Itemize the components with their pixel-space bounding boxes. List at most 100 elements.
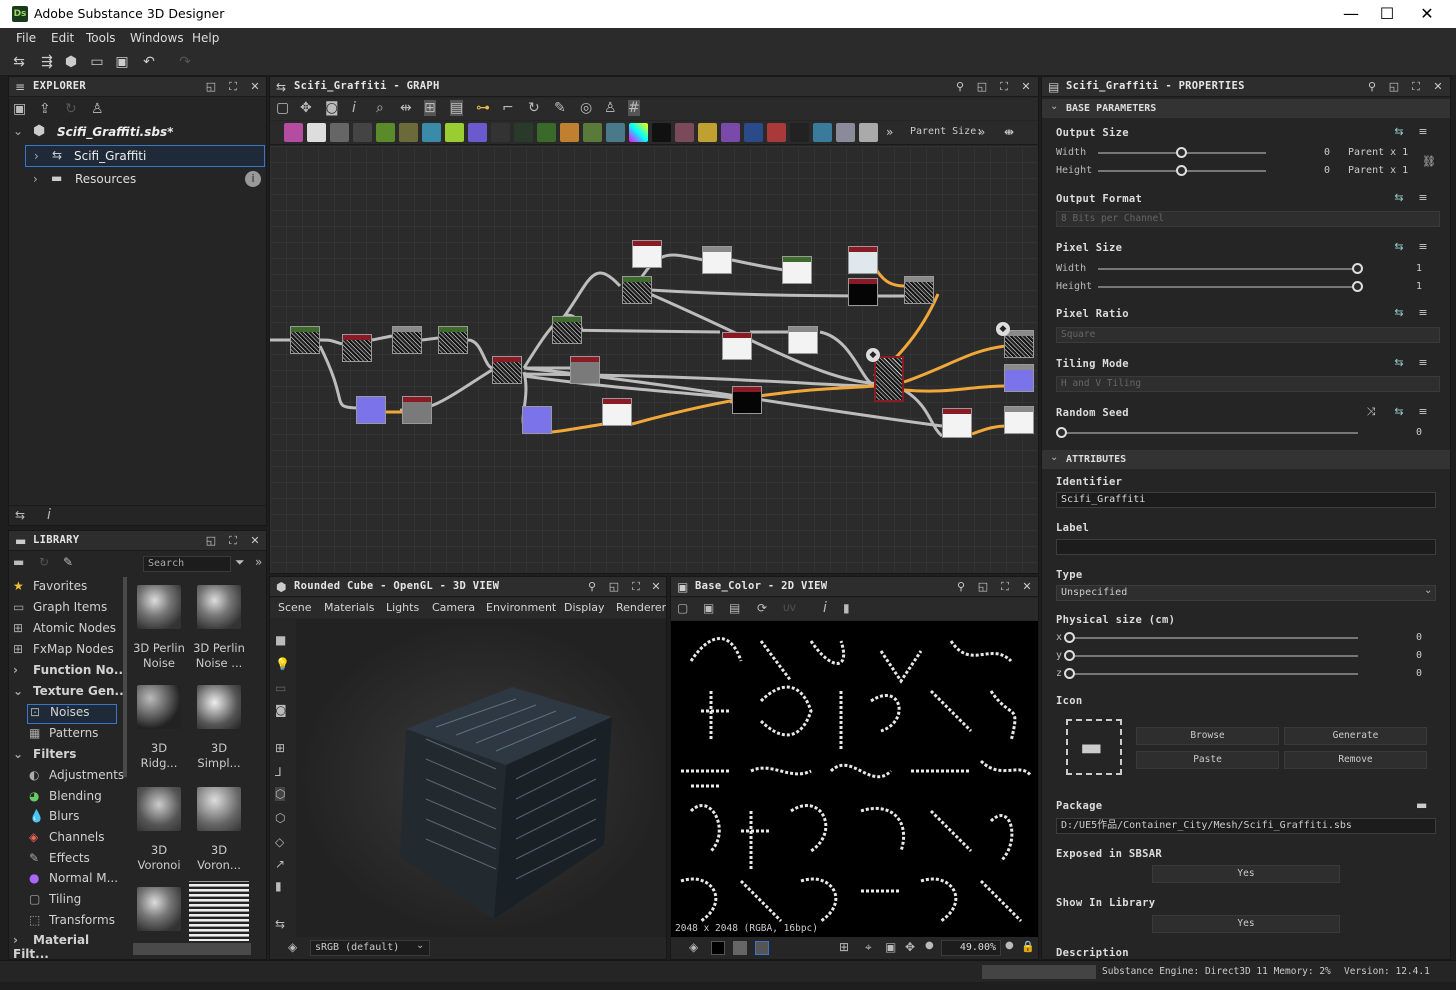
- layout-icon[interactable]: ⊞: [424, 100, 436, 116]
- menu-icon[interactable]: ≡: [1416, 240, 1430, 254]
- axis-icon[interactable]: ⅃: [275, 765, 282, 779]
- close-panel-icon[interactable]: ✕: [247, 533, 263, 549]
- colorspace-dropdown[interactable]: sRGB (default): [310, 940, 430, 956]
- text-icon[interactable]: [721, 123, 740, 142]
- physical-x-knob[interactable]: [1064, 632, 1075, 643]
- shuffle-icon[interactable]: ⤨: [1364, 405, 1378, 419]
- lib-normal-map[interactable]: ● Normal M...: [29, 871, 118, 891]
- comment-pin-icon[interactable]: ◆: [866, 348, 880, 362]
- lib-transforms[interactable]: ⬚ Transforms: [29, 913, 115, 933]
- 3d-tab-renderer[interactable]: Renderer: [616, 601, 666, 614]
- physical-x-value[interactable]: 0: [1416, 632, 1422, 643]
- physical-x-slider[interactable]: [1070, 637, 1358, 639]
- pin-icon[interactable]: ⚲: [1364, 79, 1380, 95]
- lib-material-filters[interactable]: › Material Filt...: [13, 933, 129, 959]
- fxmap-icon[interactable]: [560, 123, 579, 142]
- physical-y-value[interactable]: 0: [1416, 650, 1422, 661]
- undo-icon[interactable]: ↶: [140, 53, 158, 71]
- maximize-panel-icon[interactable]: ⛶: [628, 579, 644, 595]
- lib-filters[interactable]: ⌄ Filters: [13, 747, 76, 767]
- svg-node-icon[interactable]: [307, 123, 326, 142]
- graph-node[interactable]: [402, 396, 432, 424]
- graph-node[interactable]: [702, 246, 732, 274]
- menu-icon[interactable]: ≡: [1416, 405, 1430, 419]
- thumb-voronoi[interactable]: [137, 787, 181, 831]
- menu-icon[interactable]: ≡: [1416, 191, 1430, 205]
- copy-icon[interactable]: ▢: [677, 601, 688, 615]
- zoom-in-icon[interactable]: ●: [1005, 940, 1014, 951]
- float-icon[interactable]: ◱: [975, 579, 991, 595]
- save-icon[interactable]: ▣: [113, 53, 131, 71]
- gradient-icon[interactable]: [399, 123, 418, 142]
- menu-icon[interactable]: ≡: [1416, 356, 1430, 370]
- tools-icon[interactable]: ✎: [554, 100, 566, 116]
- edit-icon[interactable]: ✎: [63, 555, 73, 569]
- curve-icon[interactable]: [445, 123, 464, 142]
- tree-item-graph[interactable]: › ⇆ Scifi_Graffiti: [25, 145, 265, 167]
- pin-icon[interactable]: ⚲: [584, 579, 600, 595]
- distance-icon[interactable]: [698, 123, 717, 142]
- menu-help[interactable]: Help: [192, 31, 219, 45]
- thumb-noise[interactable]: [137, 887, 181, 931]
- maximize-panel-icon[interactable]: ⛶: [997, 579, 1013, 595]
- blend-icon[interactable]: [491, 123, 510, 142]
- uniform-color-icon[interactable]: [330, 123, 349, 142]
- inherit-icon[interactable]: ⇆: [1392, 356, 1406, 370]
- paste-icon[interactable]: ▤: [729, 601, 740, 615]
- graph-node[interactable]: [570, 356, 600, 384]
- more-chevron-icon[interactable]: »: [886, 125, 893, 139]
- inherit-icon[interactable]: ⇆: [1392, 191, 1406, 205]
- filter-icon[interactable]: ⏷: [235, 555, 245, 570]
- tree-item-package[interactable]: ⌄ ⬢ Scifi_Graffiti.sbs*: [9, 122, 266, 142]
- random-seed-value[interactable]: 0: [1416, 427, 1422, 438]
- pixel-height-value[interactable]: 1: [1416, 281, 1422, 292]
- physical-z-value[interactable]: 0: [1416, 668, 1422, 679]
- fill-icon[interactable]: [767, 123, 786, 142]
- menu-edit[interactable]: Edit: [51, 31, 74, 45]
- pixel-ratio-dropdown[interactable]: Square: [1056, 327, 1440, 343]
- lib-favorites[interactable]: ★ Favorites: [13, 579, 87, 599]
- camera-icon[interactable]: ■: [275, 633, 286, 647]
- float-icon[interactable]: ◱: [1386, 79, 1402, 95]
- layers-icon[interactable]: ◈: [689, 940, 698, 954]
- clean-icon[interactable]: ♙: [604, 100, 617, 116]
- hsl-icon[interactable]: [422, 123, 441, 142]
- graph-node[interactable]: [552, 316, 582, 344]
- lib-function-nodes[interactable]: › Function No...: [13, 663, 128, 683]
- zoom-out-icon[interactable]: ●: [925, 940, 934, 951]
- lib-blurs[interactable]: 💧 Blurs: [29, 809, 79, 829]
- chevron-down-icon[interactable]: ⌄: [1424, 585, 1432, 596]
- mesh-icon[interactable]: ⬡: [275, 811, 285, 825]
- noise-icon[interactable]: [652, 123, 671, 142]
- pixel-height-knob[interactable]: [1352, 281, 1363, 292]
- more-chevron-icon[interactable]: »: [978, 125, 985, 139]
- graph-node[interactable]: [904, 276, 934, 304]
- align-icon[interactable]: ⇹: [400, 100, 412, 116]
- lib-effects[interactable]: ✎ Effects: [29, 851, 90, 871]
- view-icon[interactable]: ▤: [450, 100, 464, 116]
- lock-icon[interactable]: 🔒: [1021, 940, 1035, 953]
- 3d-tab-display[interactable]: Display: [564, 601, 605, 614]
- chevron-down-icon[interactable]: ⌄: [1050, 452, 1058, 463]
- info-icon[interactable]: i: [245, 171, 261, 187]
- thumb-lines[interactable]: [189, 881, 249, 941]
- lib-adjustments[interactable]: ◐ Adjustments: [29, 768, 124, 788]
- menu-file[interactable]: File: [16, 31, 36, 45]
- close-panel-icon[interactable]: ✕: [1019, 579, 1035, 595]
- output-width-knob[interactable]: [1176, 147, 1187, 158]
- redo-icon[interactable]: ↷: [176, 53, 194, 71]
- graph-node[interactable]: [356, 396, 386, 424]
- lib-tiling[interactable]: ▢ Tiling: [29, 892, 81, 912]
- refresh-icon[interactable]: ↻: [528, 100, 540, 116]
- open-folder-icon[interactable]: ▭: [88, 53, 106, 71]
- menu-icon[interactable]: ≡: [1416, 306, 1430, 320]
- levels-icon[interactable]: [376, 123, 395, 142]
- emboss-icon[interactable]: [468, 123, 487, 142]
- render-icon[interactable]: ◙: [275, 703, 287, 717]
- type-dropdown[interactable]: Unspecified: [1056, 585, 1436, 601]
- channel-swatch[interactable]: [755, 941, 769, 955]
- info-icon[interactable]: i: [823, 600, 827, 616]
- graph-node[interactable]: [632, 240, 662, 268]
- grid-icon[interactable]: #: [628, 100, 640, 116]
- light-icon[interactable]: 💡: [275, 657, 290, 671]
